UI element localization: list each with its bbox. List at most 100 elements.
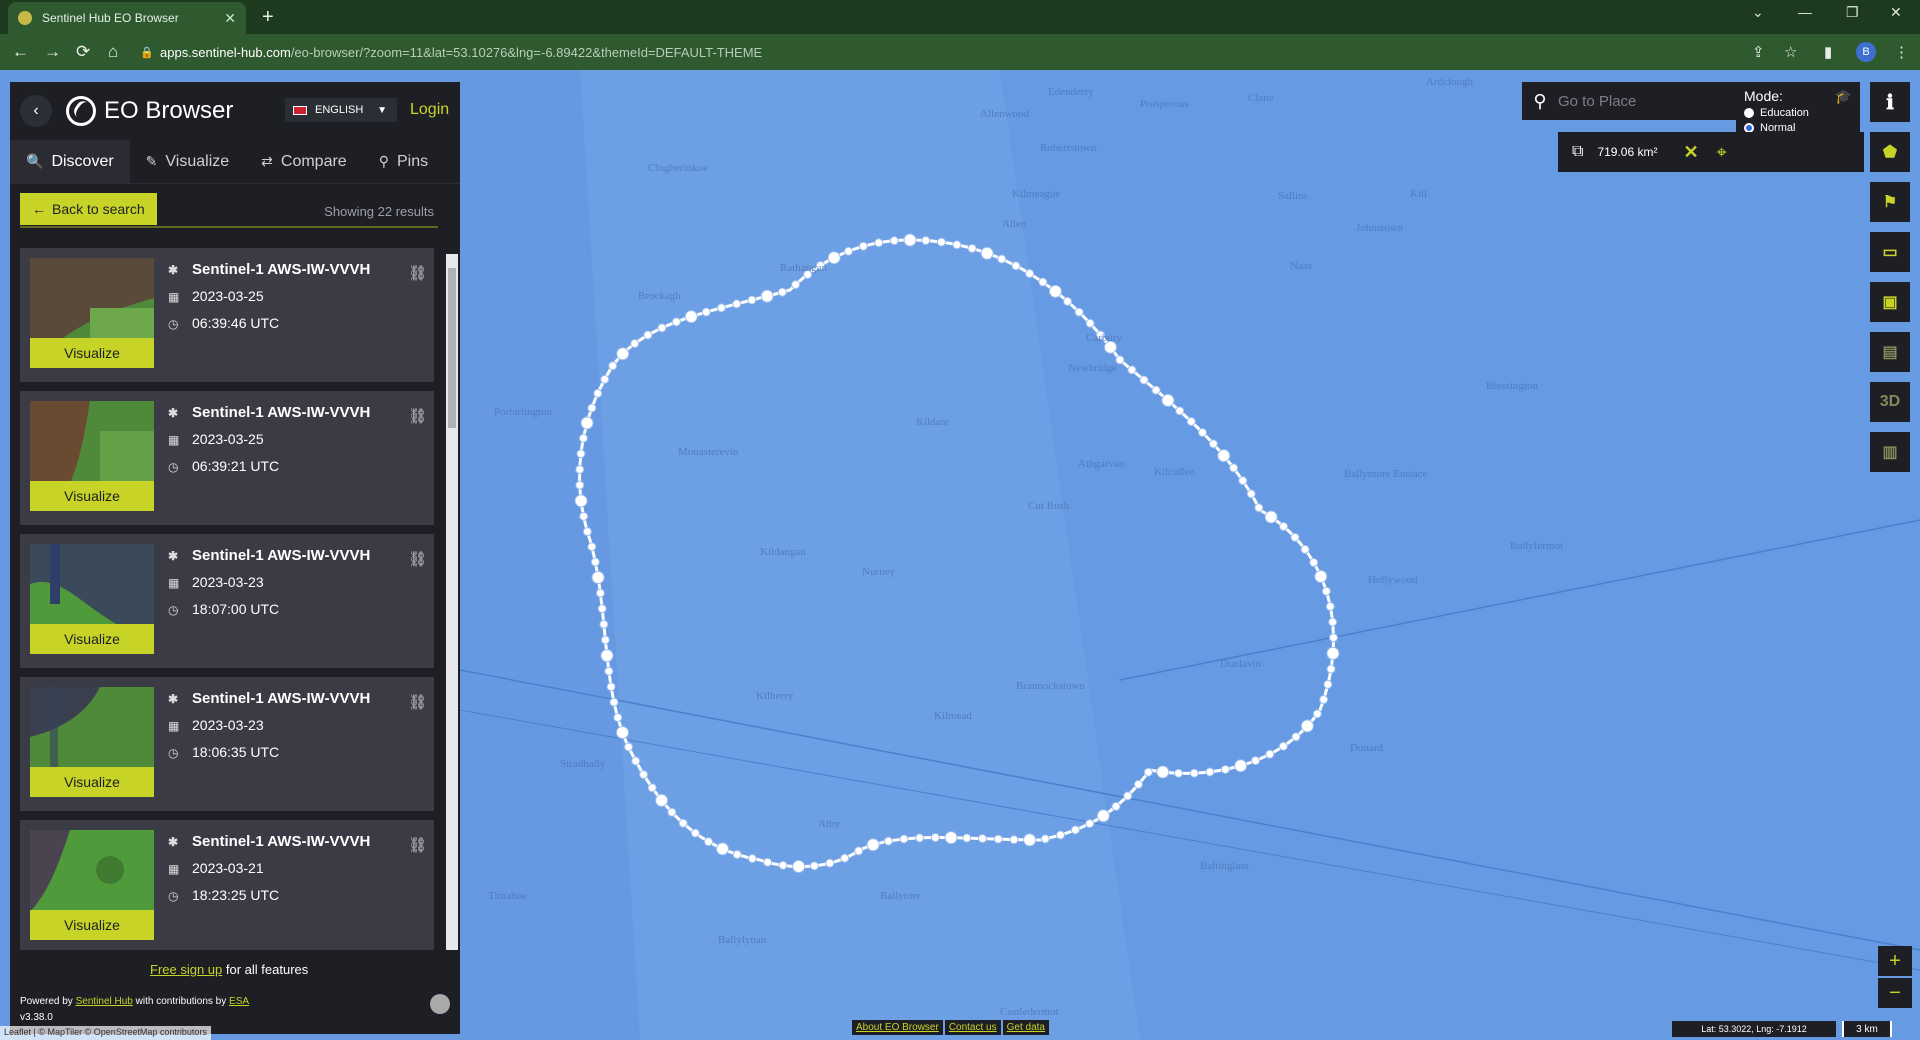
aoi-vertex[interactable] (903, 233, 917, 247)
aoi-vertex[interactable] (936, 237, 946, 247)
aoi-vertex[interactable] (1291, 732, 1301, 742)
mode-option-education[interactable]: Education (1744, 107, 1852, 119)
get-data-link[interactable]: Get data (1002, 1020, 1049, 1035)
aoi-vertex[interactable] (1279, 522, 1289, 532)
link-icon[interactable]: ⛓ (408, 407, 427, 425)
login-link[interactable]: Login (410, 101, 449, 119)
aoi-vertex[interactable] (704, 837, 714, 847)
aoi-vertex[interactable] (600, 649, 614, 663)
aoi-vertex[interactable] (854, 846, 864, 856)
aoi-vertex[interactable] (889, 236, 899, 246)
aoi-vertex[interactable] (575, 480, 585, 490)
aoi-vertex[interactable] (1009, 835, 1019, 845)
share-icon[interactable]: ⇪ (1752, 43, 1765, 61)
aoi-vertex[interactable] (1254, 503, 1264, 513)
result-card[interactable]: Visualize ✱ Sentinel-1 AWS-IW-VVVH ▦ 2023-… (20, 391, 434, 525)
browser-tab[interactable]: Sentinel Hub EO Browser ✕ (8, 2, 246, 34)
visualize-button[interactable]: Visualize (30, 624, 154, 654)
aoi-vertex[interactable] (655, 793, 669, 807)
aoi-vertex[interactable] (678, 818, 688, 828)
result-card[interactable]: Visualize ✱ Sentinel-1 AWS-IW-VVVH ▦ 2023-… (20, 248, 434, 382)
sentinel-hub-link[interactable]: Sentinel Hub (76, 996, 133, 1007)
aoi-vertex[interactable] (595, 588, 605, 598)
aoi-vertex[interactable] (1326, 646, 1340, 660)
visualize-button[interactable]: Visualize (30, 910, 154, 940)
aoi-vertex[interactable] (1038, 277, 1048, 287)
aoi-vertex[interactable] (575, 464, 585, 474)
aoi-vertex[interactable] (777, 287, 787, 297)
go-to-place-search[interactable]: ⚲ Go to Place (1522, 82, 1742, 120)
aoi-vertex[interactable] (1127, 365, 1137, 375)
home-icon[interactable]: ⌂ (108, 42, 118, 62)
aoi-vertex[interactable] (587, 403, 597, 413)
aoi-vertex[interactable] (1175, 406, 1185, 416)
visualize-button[interactable]: Visualize (30, 338, 154, 368)
aoi-vertex[interactable] (631, 756, 641, 766)
aoi-vertex[interactable] (1321, 586, 1331, 596)
aoi-vertex[interactable] (582, 527, 592, 537)
info-button[interactable]: ℹ (1870, 82, 1910, 122)
aoi-vertex[interactable] (978, 834, 988, 844)
aoi-vertex[interactable] (701, 307, 711, 317)
aoi-vertex[interactable] (1246, 489, 1256, 499)
aoi-vertex[interactable] (576, 449, 586, 459)
results-scrollbar[interactable] (446, 254, 458, 1026)
aoi-vertex[interactable] (1328, 633, 1338, 643)
aoi-vertex[interactable] (732, 849, 742, 859)
aoi-vertex[interactable] (760, 289, 774, 303)
aoi-vertex[interactable] (997, 254, 1007, 264)
aoi-vertex[interactable] (1220, 764, 1230, 774)
aoi-vertex[interactable] (580, 416, 594, 430)
aoi-vertex[interactable] (1085, 819, 1095, 829)
measure-button[interactable]: ▭ (1870, 232, 1910, 272)
aoi-vertex[interactable] (1205, 767, 1215, 777)
image-download-button[interactable]: ▣ (1870, 282, 1910, 322)
side-panel-icon[interactable]: ▮ (1824, 43, 1832, 61)
free-signup-link[interactable]: Free sign up (150, 962, 222, 977)
aoi-vertex[interactable] (657, 323, 667, 333)
aoi-vertex[interactable] (858, 241, 868, 251)
aoi-vertex[interactable] (952, 240, 962, 250)
aoi-vertex[interactable] (747, 854, 757, 864)
aoi-vertex[interactable] (1070, 825, 1080, 835)
close-window-button[interactable]: ✕ (1890, 4, 1902, 21)
aoi-vertex[interactable] (1265, 749, 1275, 759)
remove-aoi-icon[interactable]: ✕ (1683, 142, 1698, 163)
aoi-vertex[interactable] (866, 838, 880, 852)
aoi-vertex[interactable] (593, 388, 603, 398)
aoi-vertex[interactable] (874, 238, 884, 248)
aoi-vertex[interactable] (1325, 601, 1335, 611)
link-icon[interactable]: ⛓ (408, 693, 427, 711)
about-link[interactable]: About EO Browser (852, 1020, 943, 1035)
aoi-vertex[interactable] (883, 836, 893, 846)
tab-discover[interactable]: 🔍 Discover (10, 139, 130, 184)
aoi-vertex[interactable] (1048, 284, 1062, 298)
zoom-in-button[interactable]: + (1878, 946, 1912, 976)
result-card[interactable]: Visualize ✱ Sentinel-1 AWS-IW-VVVH ▦ 2023-… (20, 677, 434, 811)
aoi-vertex[interactable] (606, 682, 616, 692)
aoi-vertex[interactable] (967, 243, 977, 253)
tab-pins[interactable]: ⚲ Pins (363, 140, 444, 184)
aoi-vertex[interactable] (1085, 318, 1095, 328)
restore-button[interactable]: ❐ (1846, 4, 1859, 21)
aoi-vertex[interactable] (809, 861, 819, 871)
aoi-vertex[interactable] (1278, 741, 1288, 751)
aoi-vertex[interactable] (1055, 830, 1065, 840)
result-thumbnail[interactable] (30, 401, 154, 483)
aoi-vertex[interactable] (1312, 709, 1322, 719)
result-card[interactable]: Visualize ✱ Sentinel-1 AWS-IW-VVVH ▦ 2023-… (20, 534, 434, 668)
aoi-vertex[interactable] (667, 807, 677, 817)
link-icon[interactable]: ⛓ (408, 836, 427, 854)
aoi-vertex[interactable] (1309, 558, 1319, 568)
aoi-vertex[interactable] (944, 831, 958, 845)
aoi-vertex[interactable] (579, 511, 589, 521)
search-input[interactable]: Go to Place (1558, 93, 1636, 110)
visualize-button[interactable]: Visualize (30, 481, 154, 511)
aoi-vertex[interactable] (930, 833, 940, 843)
aoi-vertex[interactable] (1290, 532, 1300, 542)
aoi-vertex[interactable] (690, 828, 700, 838)
aoi-vertex[interactable] (843, 246, 853, 256)
aoi-vertex[interactable] (778, 860, 788, 870)
aoi-vertex[interactable] (1234, 759, 1248, 773)
visualize-button[interactable]: Visualize (30, 767, 154, 797)
